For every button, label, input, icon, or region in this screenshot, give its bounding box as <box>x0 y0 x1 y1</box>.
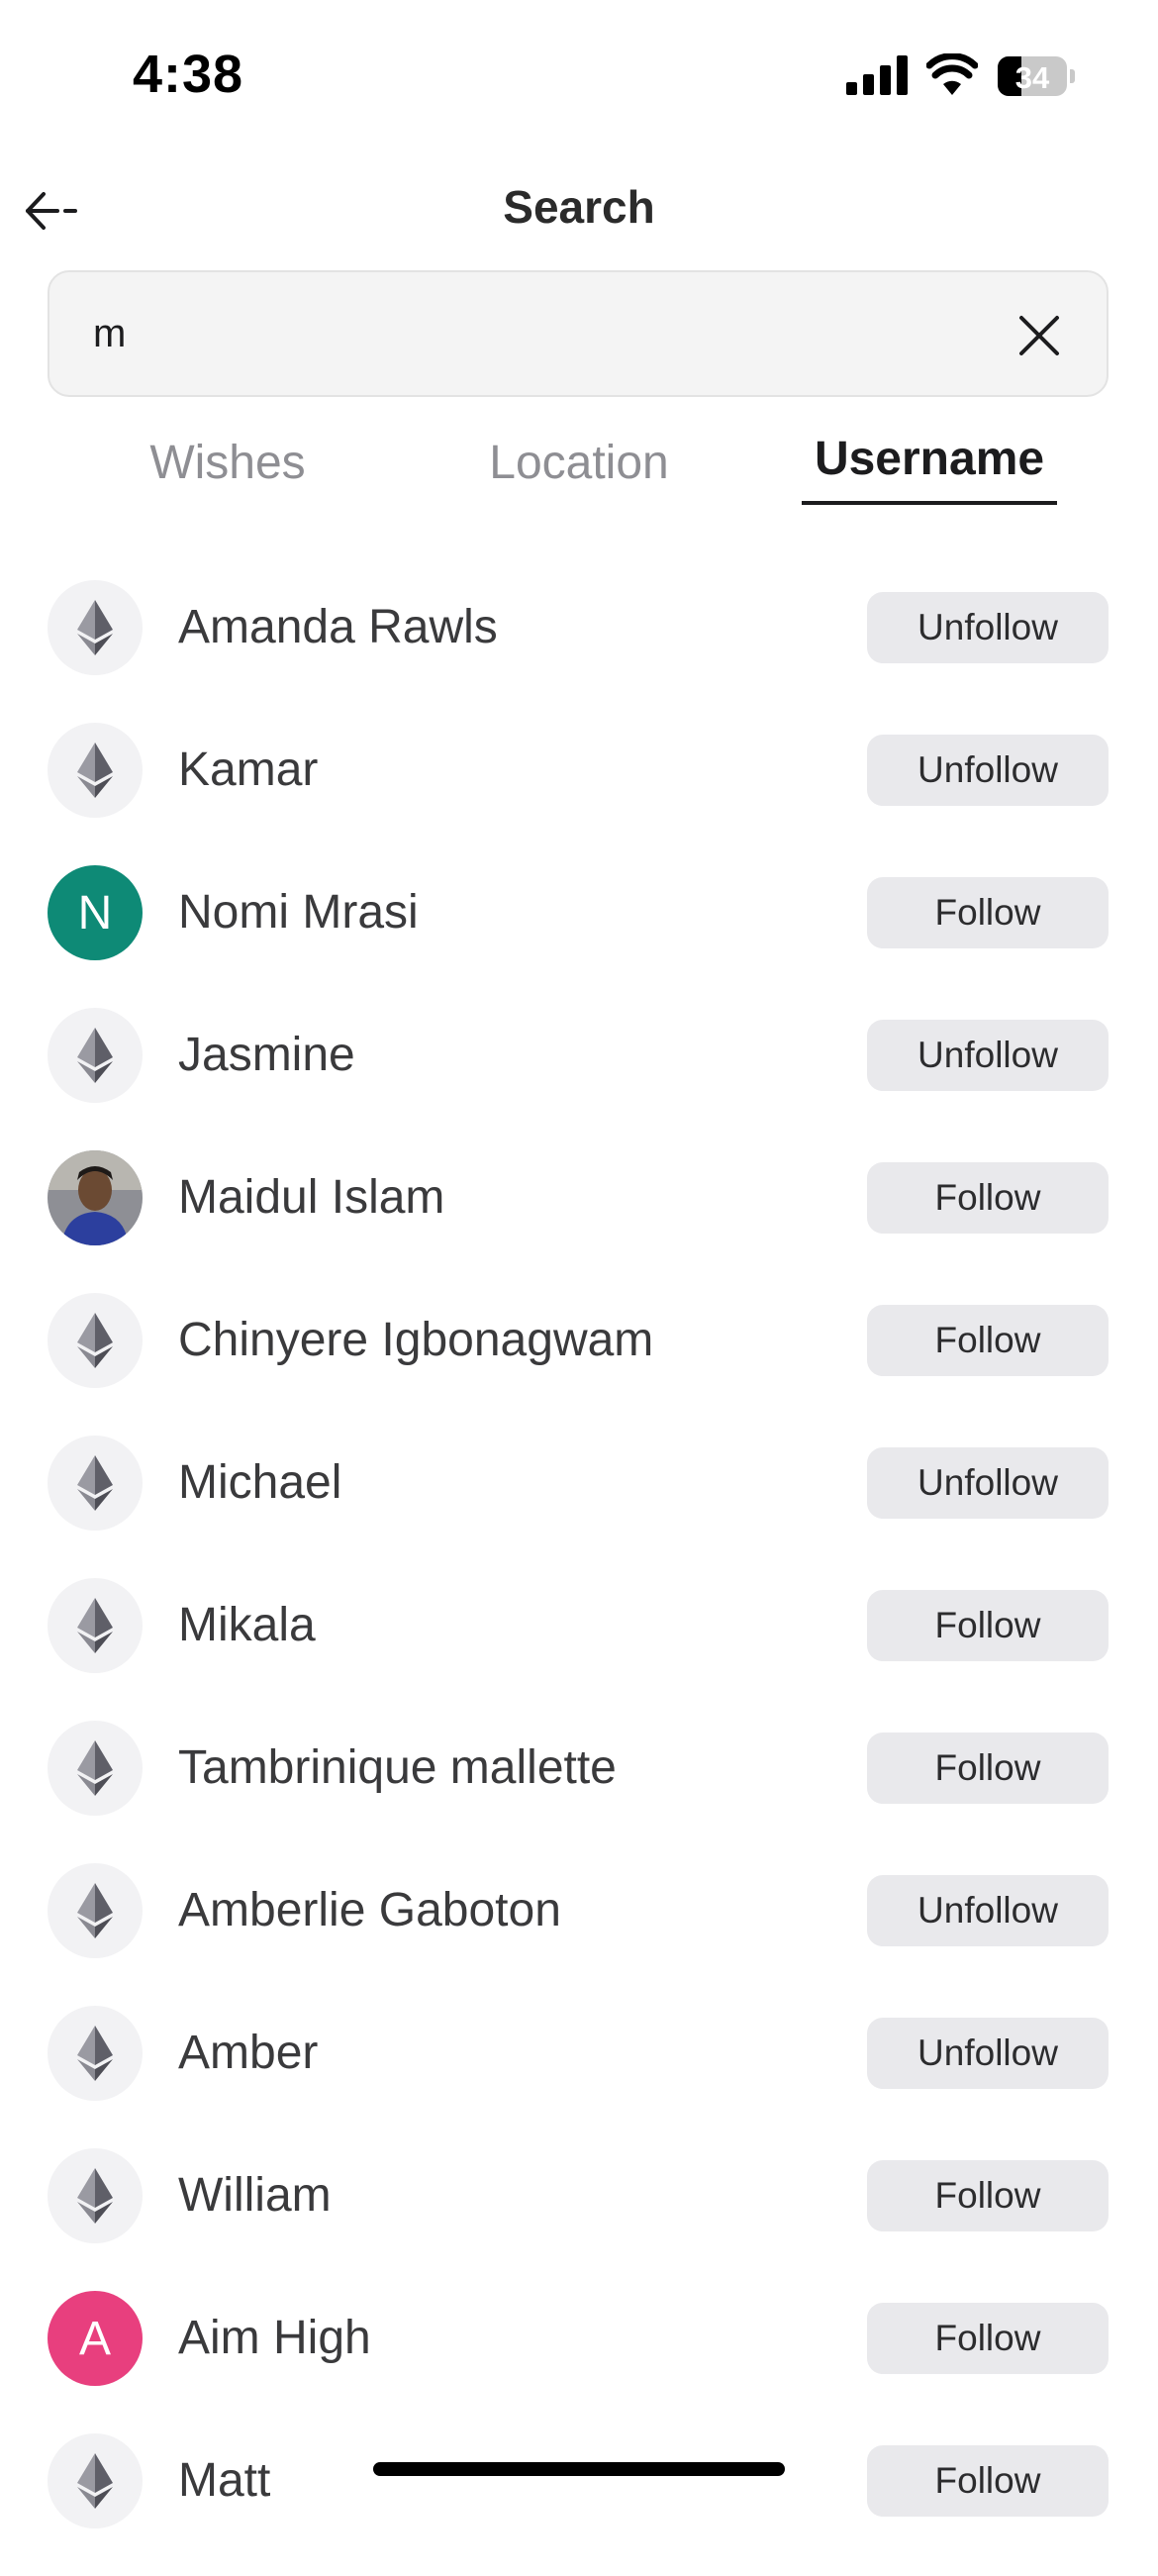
user-row[interactable]: Amanda Rawls Unfollow <box>0 580 1158 723</box>
user-row[interactable]: Maidul Islam Follow <box>0 1150 1158 1293</box>
battery-icon: 34 <box>998 56 1077 96</box>
diamond-icon <box>48 1578 143 1673</box>
diamond-icon <box>48 723 143 818</box>
user-row[interactable]: A Aim High Follow <box>0 2291 1158 2433</box>
user-name: Tambrinique mallette <box>178 1741 617 1794</box>
cellular-signal-icon <box>846 55 908 95</box>
avatar-initial: N <box>77 886 113 940</box>
unfollow-button[interactable]: Unfollow <box>867 1875 1109 1946</box>
user-name: Maidul Islam <box>178 1171 445 1224</box>
tab-username[interactable]: Username <box>802 432 1057 486</box>
user-name: William <box>178 2169 332 2222</box>
follow-button[interactable]: Follow <box>867 1162 1109 1234</box>
follow-button[interactable]: Follow <box>867 1590 1109 1661</box>
wifi-icon <box>926 53 978 95</box>
follow-button[interactable]: Follow <box>867 877 1109 948</box>
user-name: Amanda Rawls <box>178 601 498 653</box>
tab-location[interactable]: Location <box>465 436 693 490</box>
diamond-icon <box>48 2433 143 2528</box>
diamond-icon <box>48 1293 143 1388</box>
diamond-icon <box>48 1863 143 1958</box>
user-name: Michael <box>178 1456 342 1509</box>
avatar-initial: A <box>78 2312 111 2365</box>
avatar-photo <box>48 1150 143 1245</box>
unfollow-button[interactable]: Unfollow <box>867 735 1109 806</box>
search-tabs: Wishes Location Username <box>0 433 1158 505</box>
status-time: 4:38 <box>133 45 244 104</box>
clear-search-icon[interactable] <box>1017 314 1061 357</box>
unfollow-button[interactable]: Unfollow <box>867 2018 1109 2089</box>
avatar-letter: A <box>48 2291 143 2386</box>
diamond-icon <box>48 2148 143 2243</box>
follow-button[interactable]: Follow <box>867 2160 1109 2231</box>
user-name: Jasmine <box>178 1029 355 1081</box>
avatar-letter: N <box>48 865 143 960</box>
search-input[interactable] <box>93 298 984 369</box>
status-bar: 4:38 34 <box>0 0 1158 149</box>
user-row[interactable]: Amberlie Gaboton Unfollow <box>0 1863 1158 2006</box>
follow-button[interactable]: Follow <box>867 1733 1109 1804</box>
follow-button[interactable]: Follow <box>867 2303 1109 2374</box>
diamond-icon <box>48 580 143 675</box>
diamond-icon <box>48 1436 143 1531</box>
user-name: Mikala <box>178 1599 316 1651</box>
diamond-icon <box>48 2006 143 2101</box>
user-row[interactable]: Matt Follow <box>0 2433 1158 2576</box>
unfollow-button[interactable]: Unfollow <box>867 592 1109 663</box>
user-row[interactable]: Michael Unfollow <box>0 1436 1158 1578</box>
user-row[interactable]: Jasmine Unfollow <box>0 1008 1158 1150</box>
user-name: Kamar <box>178 743 319 796</box>
user-row[interactable]: Mikala Follow <box>0 1578 1158 1721</box>
user-name: Aim High <box>178 2312 371 2364</box>
diamond-icon <box>48 1008 143 1103</box>
user-name: Amberlie Gaboton <box>178 1884 561 1936</box>
user-row[interactable]: Kamar Unfollow <box>0 723 1158 865</box>
battery-level: 34 <box>1014 60 1050 95</box>
user-row[interactable]: William Follow <box>0 2148 1158 2291</box>
unfollow-button[interactable]: Unfollow <box>867 1020 1109 1091</box>
tab-wishes[interactable]: Wishes <box>129 436 327 490</box>
active-tab-indicator <box>802 501 1057 505</box>
user-name: Nomi Mrasi <box>178 886 419 939</box>
user-name: Chinyere Igbonagwam <box>178 1314 654 1366</box>
user-name: Matt <box>178 2454 271 2507</box>
home-indicator <box>373 2462 785 2476</box>
user-row[interactable]: N Nomi Mrasi Follow <box>0 865 1158 1008</box>
diamond-icon <box>48 1721 143 1816</box>
follow-button[interactable]: Follow <box>867 2445 1109 2517</box>
user-row[interactable]: Chinyere Igbonagwam Follow <box>0 1293 1158 1436</box>
page-title: Search <box>503 181 655 233</box>
search-box[interactable] <box>48 270 1109 397</box>
user-row[interactable]: Tambrinique mallette Follow <box>0 1721 1158 1863</box>
unfollow-button[interactable]: Unfollow <box>867 1447 1109 1519</box>
user-row[interactable]: Amber Unfollow <box>0 2006 1158 2148</box>
user-name: Amber <box>178 2027 319 2079</box>
follow-button[interactable]: Follow <box>867 1305 1109 1376</box>
